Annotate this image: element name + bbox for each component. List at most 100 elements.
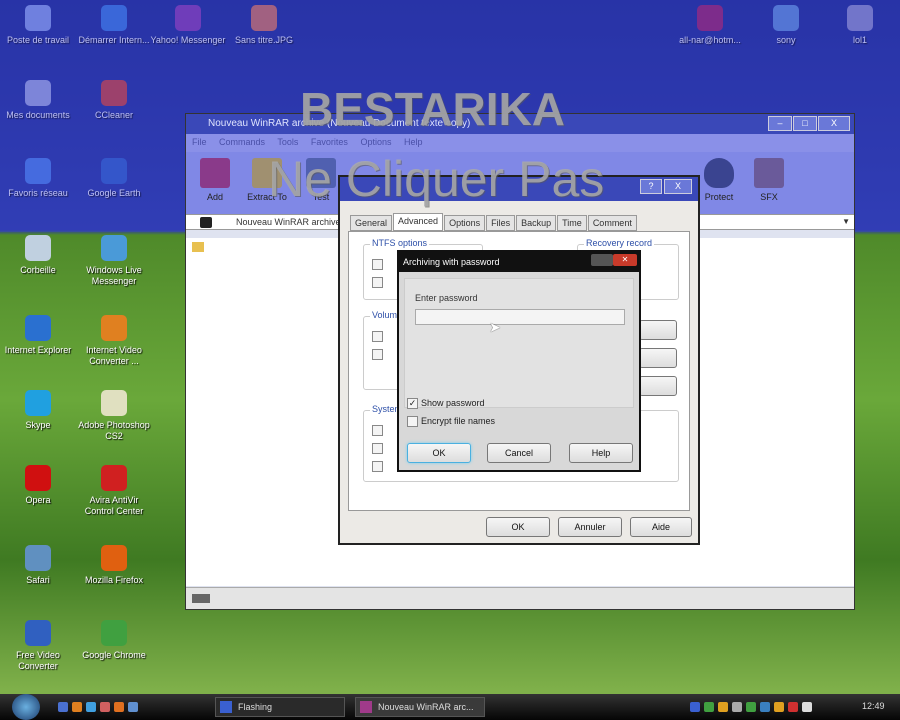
system-checkbox-1[interactable] [372, 425, 383, 436]
app-icon [101, 390, 127, 416]
checkbox-checked-icon: ✓ [407, 398, 418, 410]
firefox-icon[interactable] [72, 702, 82, 712]
tab-time[interactable]: Time [557, 215, 587, 231]
desktop-icon[interactable]: Safari [0, 545, 76, 586]
maximize-button[interactable]: □ [793, 116, 817, 131]
task-label: Nouveau WinRAR arc... [378, 702, 474, 712]
address-text: Nouveau WinRAR archive [236, 217, 341, 227]
app-icon [25, 465, 51, 491]
desktop-icon-label: Adobe Photoshop CS2 [78, 420, 150, 441]
password-dialog: Archiving with password ✕ Enter password… [397, 250, 641, 472]
app-icon[interactable] [100, 702, 110, 712]
key-icon [192, 594, 210, 603]
tab-advanced[interactable]: Advanced [393, 213, 444, 231]
volume-button[interactable] [639, 348, 677, 368]
aide-button[interactable]: Aide [630, 517, 692, 537]
password-help-button[interactable]: Help [569, 443, 633, 463]
ntfs-checkbox-2[interactable] [372, 277, 383, 288]
taskbar: Flashing Nouveau WinRAR arc... 12:49 [0, 694, 900, 720]
minimize-button[interactable]: – [768, 116, 792, 131]
show-password-label: Show password [421, 398, 485, 408]
tab-options[interactable]: Options [444, 215, 486, 231]
system-checkbox-2[interactable] [372, 443, 383, 454]
desktop-icon-label: Internet Explorer [4, 345, 72, 355]
checkbox-unchecked-icon [407, 416, 418, 428]
dialog-close-button[interactable]: X [664, 179, 692, 194]
task-winrar[interactable]: Nouveau WinRAR arc... [355, 697, 485, 717]
desktop-icon-label: Corbeille [20, 265, 56, 275]
desktop-icon[interactable]: Mozilla Firefox [76, 545, 152, 586]
desktop-icon[interactable]: Skype [0, 390, 76, 431]
close-button[interactable]: X [818, 116, 850, 131]
ntfs-checkbox-1[interactable] [372, 259, 383, 270]
desktop-icon[interactable]: Adobe Photoshop CS2 [76, 390, 152, 442]
set-password-button[interactable] [639, 320, 677, 340]
app-icon [25, 235, 51, 261]
menu-help[interactable]: Help [404, 137, 423, 147]
desktop-icon-label: Mozilla Firefox [84, 575, 143, 585]
dropdown-arrow-icon[interactable]: ▼ [842, 217, 850, 226]
desktop-icon-label: Opera [25, 495, 51, 505]
options-button[interactable] [639, 376, 677, 396]
tab-comment[interactable]: Comment [587, 215, 637, 231]
volumes-checkbox-2[interactable] [372, 349, 383, 360]
password-ok-button[interactable]: OK [407, 443, 471, 463]
menu-commands[interactable]: Commands [219, 137, 265, 147]
tab-general[interactable]: General [350, 215, 393, 231]
tab-strip: General Advanced Options Files Backup Ti… [350, 213, 638, 231]
password-title-bar: Archiving with password ✕ [399, 252, 639, 272]
app-icon [101, 545, 127, 571]
app-icon [25, 315, 51, 341]
protect-button[interactable]: Protect [696, 158, 742, 202]
menu-options[interactable]: Options [360, 137, 391, 147]
enter-password-label: Enter password [415, 293, 478, 303]
folder-icon [192, 242, 204, 252]
desktop-icon[interactable]: Google Chrome [76, 620, 152, 661]
tab-files[interactable]: Files [486, 215, 516, 231]
password-close-button[interactable]: ✕ [613, 254, 637, 266]
minimize-button[interactable] [591, 254, 613, 266]
sfx-button[interactable]: SFX [746, 158, 792, 202]
desktop-icon[interactable]: Opera [0, 465, 76, 506]
winrar-icon [360, 701, 372, 713]
desktop-icon[interactable]: Internet Video Converter ... [76, 315, 152, 367]
system-checkbox-3[interactable] [372, 461, 383, 472]
help-question-button[interactable]: ? [640, 179, 662, 194]
show-desktop-icon[interactable] [58, 702, 68, 712]
password-input[interactable] [415, 309, 625, 325]
add-button[interactable]: Add [192, 158, 238, 202]
volumes-checkbox-1[interactable] [372, 331, 383, 342]
tab-backup[interactable]: Backup [516, 215, 557, 231]
firefox-2-icon[interactable] [114, 702, 124, 712]
app-icon [101, 235, 127, 261]
password-cancel-button[interactable]: Cancel [487, 443, 551, 463]
desktop-icon-label: Google Chrome [82, 650, 146, 660]
desktop-icon-label: Free Video Converter [16, 650, 60, 671]
desktop-icon[interactable]: Corbeille [0, 235, 76, 276]
mouse-cursor-icon: ➤ [489, 319, 501, 335]
menu-file[interactable]: File [192, 137, 207, 147]
annuler-button[interactable]: Annuler [558, 517, 622, 537]
menu-tools[interactable]: Tools [277, 137, 298, 147]
encrypt-names-checkbox[interactable]: Encrypt file names [407, 416, 495, 428]
up-folder-icon[interactable] [200, 217, 212, 228]
password-group: Enter password ➤ [404, 278, 634, 408]
desktop-icon[interactable]: Avira AntiVir Control Center [76, 465, 152, 517]
menu-favorites[interactable]: Favorites [311, 137, 348, 147]
task-flashing[interactable]: Flashing [215, 697, 345, 717]
desktop-icon-label: Avira AntiVir Control Center [84, 495, 144, 516]
desktop-icon-label: Safari [26, 575, 50, 585]
desktop-icon-label: Skype [25, 420, 51, 430]
app-icon [101, 465, 127, 491]
show-password-checkbox[interactable]: ✓ Show password [407, 398, 485, 410]
desktop-icon[interactable]: Internet Explorer [0, 315, 76, 356]
app-2-icon[interactable] [128, 702, 138, 712]
desktop-icon[interactable]: Free Video Converter [0, 620, 76, 672]
desktop-icon[interactable]: Windows Live Messenger [76, 235, 152, 287]
desktop-icon-label: Windows Live Messenger [86, 265, 142, 286]
shield-icon [704, 158, 734, 188]
overlay-title: BESTARIKA [300, 83, 565, 135]
ok-button[interactable]: OK [486, 517, 550, 537]
messenger-icon[interactable] [86, 702, 96, 712]
start-button[interactable] [12, 694, 40, 720]
